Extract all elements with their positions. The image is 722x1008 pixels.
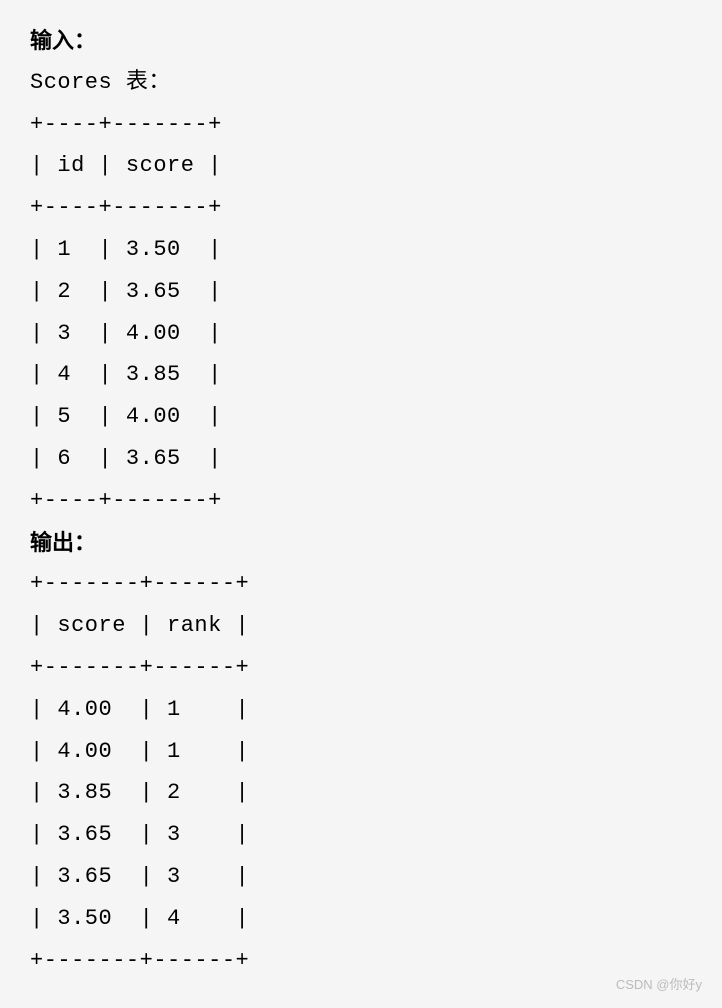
input-divider-top: +----+-------+: [30, 104, 692, 146]
output-row: | 3.65 | 3 |: [30, 856, 692, 898]
output-row: | 3.85 | 2 |: [30, 772, 692, 814]
input-section: 输入： Scores 表： +----+-------+ | id | scor…: [30, 20, 692, 522]
input-header-row: | id | score |: [30, 145, 692, 187]
input-row: | 1 | 3.50 |: [30, 229, 692, 271]
input-heading: 输入：: [30, 20, 692, 62]
watermark: CSDN @你好y: [616, 973, 702, 998]
output-row: | 4.00 | 1 |: [30, 689, 692, 731]
output-divider-top: +-------+------+: [30, 563, 692, 605]
output-heading: 输出：: [30, 522, 692, 564]
input-table-label: Scores 表：: [30, 62, 692, 104]
output-divider-mid: +-------+------+: [30, 647, 692, 689]
input-row: | 3 | 4.00 |: [30, 313, 692, 355]
output-divider-bot: +-------+------+: [30, 940, 692, 982]
output-header-row: | score | rank |: [30, 605, 692, 647]
input-row: | 5 | 4.00 |: [30, 396, 692, 438]
input-row: | 4 | 3.85 |: [30, 354, 692, 396]
output-row: | 3.65 | 3 |: [30, 814, 692, 856]
input-row: | 2 | 3.65 |: [30, 271, 692, 313]
input-row: | 6 | 3.65 |: [30, 438, 692, 480]
output-row: | 4.00 | 1 |: [30, 731, 692, 773]
input-divider-bot: +----+-------+: [30, 480, 692, 522]
output-section: 输出： +-------+------+ | score | rank | +-…: [30, 522, 692, 982]
input-divider-mid: +----+-------+: [30, 187, 692, 229]
output-row: | 3.50 | 4 |: [30, 898, 692, 940]
